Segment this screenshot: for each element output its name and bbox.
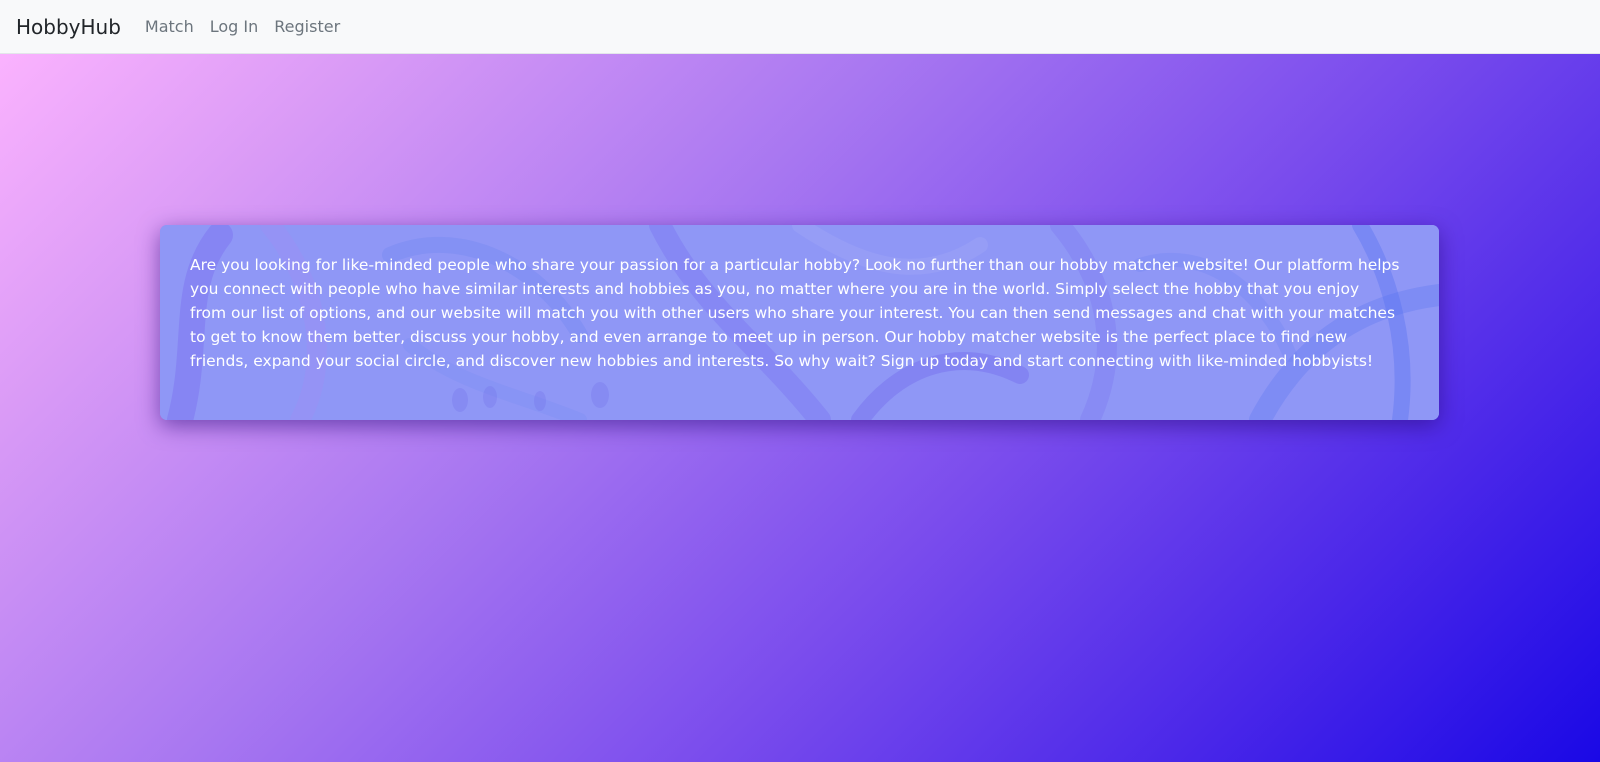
nav-link-login[interactable]: Log In [202, 17, 267, 36]
brand-logo-link[interactable]: HobbyHub [16, 15, 121, 39]
nav-link-register[interactable]: Register [266, 17, 348, 36]
nav-links: Match Log In Register [137, 17, 348, 36]
nav-link-match[interactable]: Match [137, 17, 202, 36]
intro-paragraph: Are you looking for like-minded people w… [190, 256, 1400, 370]
intro-card: Are you looking for like-minded people w… [160, 225, 1439, 420]
top-navbar: HobbyHub Match Log In Register [0, 0, 1600, 54]
